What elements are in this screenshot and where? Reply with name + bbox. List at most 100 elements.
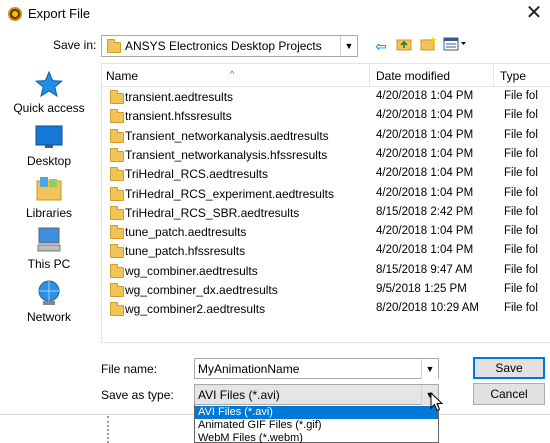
file-name: tune_patch.hfssresults	[125, 244, 246, 259]
file-name-field[interactable]: MyAnimationName ▼	[194, 358, 439, 379]
save-button[interactable]: Save	[473, 357, 545, 379]
chevron-down-icon[interactable]: ▼	[340, 36, 357, 56]
desktop-icon	[34, 123, 64, 151]
folder-icon	[110, 205, 124, 220]
file-name: tune_patch.aedtresults	[125, 225, 247, 240]
cancel-button[interactable]: Cancel	[473, 383, 545, 405]
folder-icon	[110, 167, 124, 182]
file-row[interactable]: wg_combiner2.aedtresults 8/20/2018 10:29 …	[102, 300, 550, 319]
file-row[interactable]: transient.hfssresults 4/20/2018 1:04 PM Fi…	[102, 107, 550, 126]
place-network[interactable]: Network	[8, 279, 90, 324]
file-list[interactable]: ^ Name Date modified Type transient.aedt…	[101, 63, 550, 343]
dropdown-option[interactable]: AVI Files (*.avi)	[195, 406, 438, 419]
mouse-cursor-icon	[430, 391, 444, 415]
file-name-value: MyAnimationName	[198, 362, 300, 376]
up-folder-icon[interactable]	[395, 36, 413, 56]
folder-icon	[110, 283, 124, 297]
file-date: 4/20/2018 1:04 PM	[376, 167, 474, 180]
file-name: TriHedral_RCS_SBR.aedtresults	[125, 205, 300, 220]
file-date: 4/20/2018 1:04 PM	[376, 147, 474, 160]
file-name: wg_combiner.aedtresults	[125, 263, 258, 278]
folder-icon	[110, 225, 124, 240]
place-quick-access[interactable]: Quick access	[8, 70, 90, 115]
place-desktop[interactable]: Desktop	[8, 123, 90, 168]
save-in-value: ANSYS Electronics Desktop Projects	[125, 39, 322, 53]
file-name: wg_combiner_dx.aedtresults	[125, 283, 278, 297]
place-label: Libraries	[25, 206, 73, 220]
file-name: TriHedral_RCS.aedtresults	[125, 167, 268, 182]
file-type: File fol	[504, 283, 538, 295]
folder-icon	[110, 109, 124, 124]
dropdown-option[interactable]: Animated GIF Files (*.gif)	[195, 419, 438, 432]
file-date: 4/20/2018 1:04 PM	[376, 244, 474, 257]
view-menu-icon[interactable]	[442, 36, 468, 56]
file-name: transient.hfssresults	[125, 109, 232, 124]
file-date: 8/15/2018 9:47 AM	[376, 263, 473, 276]
file-date: 4/20/2018 1:04 PM	[376, 109, 474, 122]
dropdown-option[interactable]: WebM Files (*.webm)	[195, 432, 438, 443]
column-date-modified[interactable]: Date modified	[376, 69, 450, 83]
file-type: File fol	[504, 109, 538, 122]
save-as-type-select[interactable]: AVI Files (*.avi) ▼	[194, 384, 439, 405]
file-date: 4/20/2018 1:04 PM	[376, 90, 474, 102]
file-type: File fol	[504, 186, 538, 199]
file-name: transient.aedtresults	[125, 90, 234, 104]
column-type[interactable]: Type	[500, 69, 526, 83]
place-libraries[interactable]: Libraries	[8, 175, 90, 220]
save-as-type-dropdown[interactable]: AVI Files (*.avi) Animated GIF Files (*.…	[194, 405, 439, 443]
folder-icon	[110, 263, 124, 278]
file-type: File fol	[504, 90, 538, 102]
file-type: File fol	[504, 147, 538, 160]
column-name[interactable]: Name	[106, 69, 138, 83]
sort-ascending-icon: ^	[230, 69, 235, 79]
folder-icon	[110, 302, 124, 317]
file-name: Transient_networkanalysis.aedtresults	[125, 128, 329, 143]
file-row[interactable]: tune_patch.hfssresults 4/20/2018 1:04 PM F…	[102, 242, 550, 261]
file-type: File fol	[504, 244, 538, 257]
file-name: TriHedral_RCS_experiment.aedtresults	[125, 186, 334, 201]
file-row[interactable]: tune_patch.aedtresults 4/20/2018 1:04 PM F…	[102, 223, 550, 242]
close-icon[interactable]: ✕	[522, 2, 546, 24]
file-row[interactable]: wg_combiner.aedtresults 8/15/2018 9:47 AM…	[102, 262, 550, 281]
back-arrow-icon[interactable]: ⇦	[372, 36, 390, 56]
title-bar: Export File ✕	[0, 0, 550, 28]
file-type: File fol	[504, 167, 538, 180]
file-type: File fol	[504, 302, 538, 315]
file-row[interactable]: wg_combiner_dx.aedtresults 9/5/2018 1:25 …	[102, 281, 550, 300]
place-label: Desktop	[26, 154, 72, 168]
file-date: 8/15/2018 2:42 PM	[376, 205, 474, 218]
save-in-combo[interactable]: ANSYS Electronics Desktop Projects ▼	[101, 35, 358, 57]
folder-icon	[110, 90, 124, 104]
network-icon	[34, 279, 64, 307]
libraries-icon	[34, 175, 64, 203]
file-row[interactable]: Transient_networkanalysis.aedtresults 4/2…	[102, 127, 550, 146]
file-row[interactable]: transient.aedtresults 4/20/2018 1:04 PM Fi…	[102, 88, 550, 107]
file-row[interactable]: TriHedral_RCS.aedtresults 4/20/2018 1:04 …	[102, 165, 550, 184]
app-icon	[8, 7, 22, 21]
file-row[interactable]: TriHedral_RCS_experiment.aedtresults 4/20…	[102, 185, 550, 204]
place-label: Network	[26, 310, 71, 324]
place-this-pc[interactable]: This PC	[8, 226, 90, 271]
folder-icon	[110, 186, 124, 201]
folder-icon	[110, 128, 124, 143]
file-date: 9/5/2018 1:25 PM	[376, 283, 467, 295]
folder-icon	[110, 244, 124, 259]
file-type: File fol	[504, 205, 538, 218]
star-icon	[34, 70, 64, 98]
file-name: wg_combiner2.aedtresults	[125, 302, 266, 317]
file-date: 8/20/2018 10:29 AM	[376, 302, 479, 315]
folder-icon	[110, 147, 124, 162]
new-folder-icon[interactable]	[419, 36, 437, 56]
file-row[interactable]: TriHedral_RCS_SBR.aedtresults 8/15/2018 2…	[102, 204, 550, 223]
file-row[interactable]: Transient_networkanalysis.hfssresults 4/2…	[102, 146, 550, 165]
file-name: Transient_networkanalysis.hfssresults	[125, 147, 328, 162]
save-as-type-label: Save as type:	[101, 388, 174, 402]
list-header: ^ Name Date modified Type	[102, 64, 550, 87]
save-in-label: Save in:	[53, 38, 97, 52]
file-date: 4/20/2018 1:04 PM	[376, 225, 474, 238]
computer-icon	[34, 226, 64, 254]
export-file-dialog: Export File ✕ Save in: ANSYS Electronics…	[0, 0, 550, 414]
folder-icon	[107, 39, 121, 53]
window-title: Export File	[28, 6, 91, 21]
chevron-down-icon[interactable]: ▼	[421, 359, 438, 379]
